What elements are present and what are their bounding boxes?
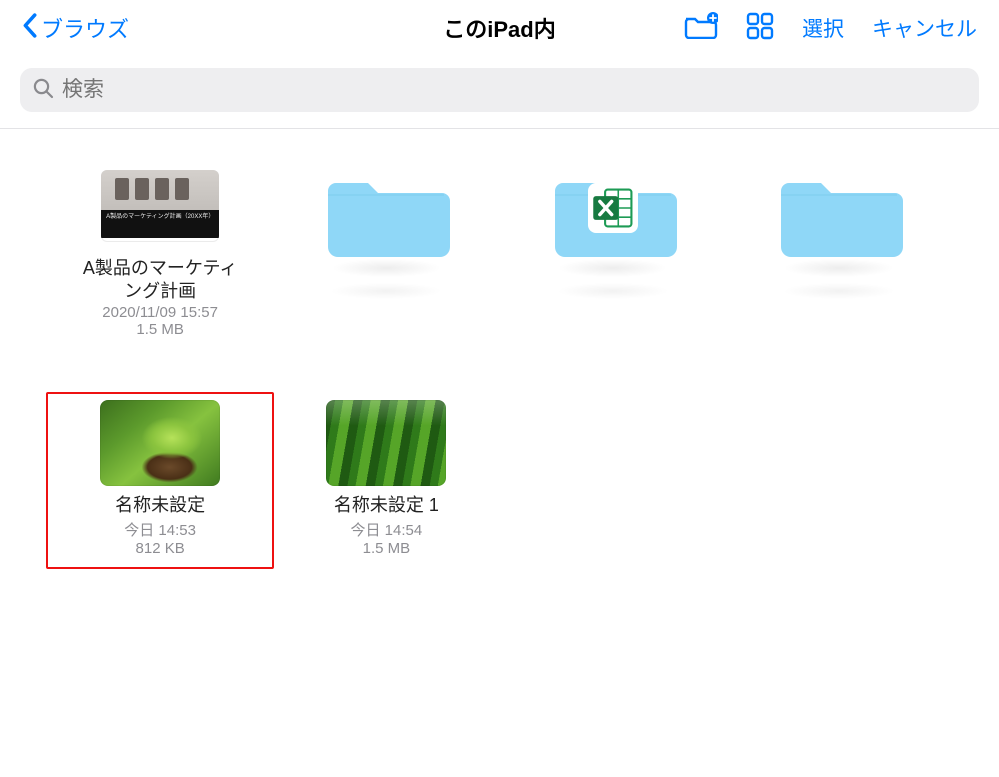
thumbnail-caption: A製品のマーケティング計画（20XX年）: [101, 210, 219, 238]
folder-icon: [322, 163, 450, 261]
excel-icon: [588, 183, 638, 233]
cancel-button[interactable]: キャンセル: [872, 13, 977, 43]
search-bar-container: [0, 56, 999, 128]
back-label: ブラウズ: [41, 12, 129, 44]
search-input[interactable]: [54, 77, 967, 103]
file-date: 今日 14:54: [351, 519, 423, 540]
folder-icon: [549, 163, 677, 261]
folder-name-blurred: [331, 283, 441, 299]
file-name: 名称未設定 1: [334, 494, 439, 517]
folder-item[interactable]: [278, 163, 494, 338]
select-button[interactable]: 選択: [802, 13, 844, 43]
file-date: 2020/11/09 15:57: [102, 304, 218, 321]
folder-icon: [775, 163, 903, 261]
file-item[interactable]: 名称未設定 1 今日 14:54 1.5 MB: [278, 400, 494, 557]
file-item[interactable]: A製品のマーケティング計画（20XX年） A製品のマーケティング計画 2020/…: [52, 163, 268, 338]
file-thumbnail: [100, 400, 220, 486]
folder-name-blurred: [558, 283, 668, 299]
file-thumbnail: A製品のマーケティング計画（20XX年）: [101, 170, 219, 242]
file-grid: A製品のマーケティング計画（20XX年） A製品のマーケティング計画 2020/…: [0, 129, 999, 557]
folder-item[interactable]: [731, 163, 947, 338]
file-size: 812 KB: [136, 540, 185, 557]
file-name: 名称未設定: [115, 494, 205, 517]
view-grid-button[interactable]: [746, 12, 774, 45]
file-size: 1.5 MB: [136, 321, 184, 338]
search-field[interactable]: [20, 68, 979, 112]
file-name: A製品のマーケティング計画: [75, 257, 245, 302]
folder-item[interactable]: [505, 163, 721, 338]
new-folder-button[interactable]: [684, 12, 718, 44]
file-item-selected[interactable]: 名称未設定 今日 14:53 812 KB: [46, 392, 274, 569]
back-button[interactable]: ブラウズ: [22, 12, 129, 44]
file-thumbnail: [326, 400, 446, 486]
file-date: 今日 14:53: [124, 519, 196, 540]
search-icon: [32, 77, 54, 104]
navigation-bar: ブラウズ このiPad内 選択 キャンセル: [0, 0, 999, 56]
file-size: 1.5 MB: [363, 540, 411, 557]
nav-actions: 選択 キャンセル: [684, 12, 977, 45]
chevron-left-icon: [22, 13, 37, 44]
folder-name-blurred: [784, 283, 894, 299]
